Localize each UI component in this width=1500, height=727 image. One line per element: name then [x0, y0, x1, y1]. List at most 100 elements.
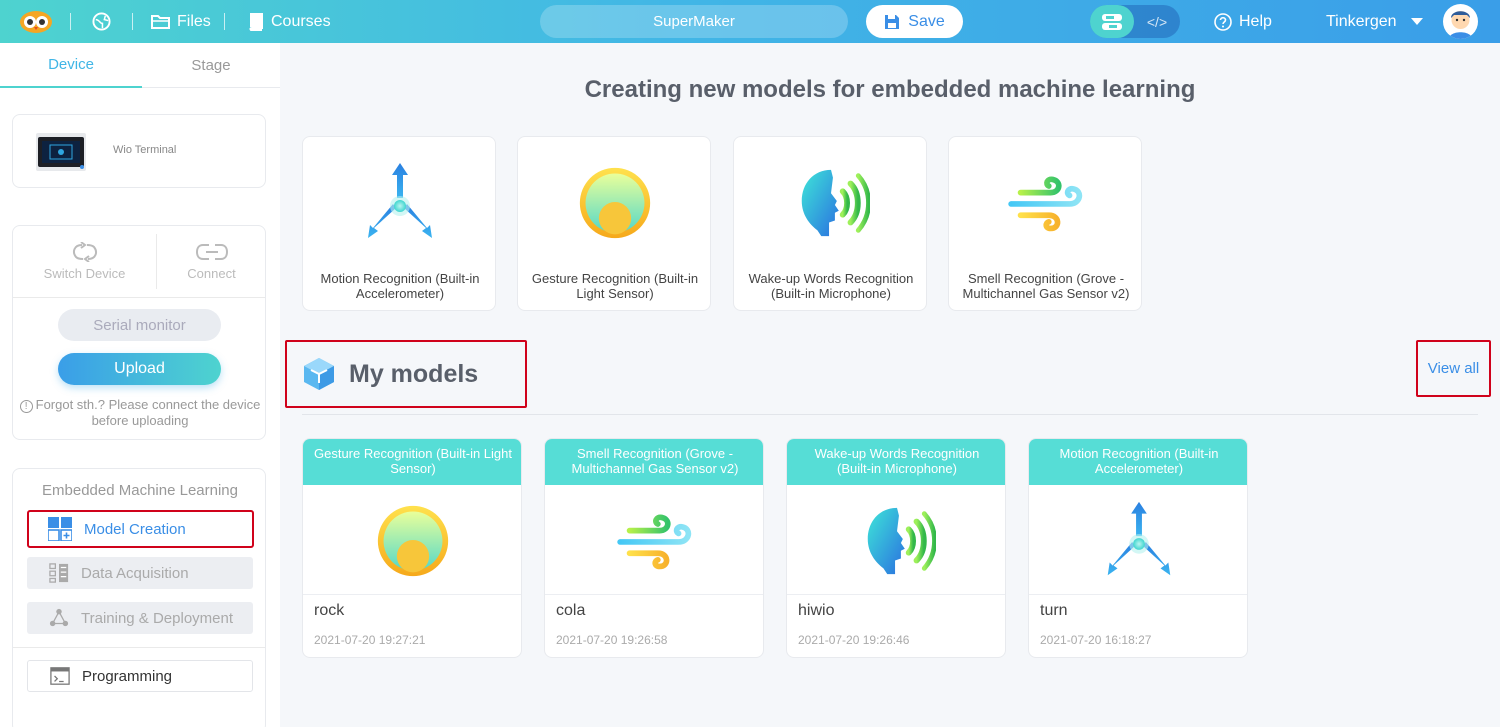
terminal-icon [50, 667, 70, 685]
device-card[interactable]: Wio Terminal [12, 114, 266, 188]
device-name: Wio Terminal [113, 144, 177, 156]
user-menu[interactable]: Tinkergen [1326, 0, 1424, 43]
serial-monitor-button[interactable]: Serial monitor [58, 309, 221, 341]
question-icon [1214, 12, 1232, 31]
code-mode-glyph: </> [1146, 13, 1168, 30]
divider [13, 297, 265, 298]
network-icon [49, 608, 69, 627]
voice-icon [787, 489, 1006, 593]
programming-item[interactable]: Programming [27, 660, 253, 692]
model-name: rock [314, 602, 345, 619]
divider [132, 13, 133, 30]
divider [545, 594, 763, 595]
device-image [36, 133, 86, 171]
app-logo-icon[interactable] [20, 0, 52, 43]
connect-button[interactable]: Connect [156, 226, 267, 296]
model-creation-item[interactable]: Model Creation [27, 510, 254, 548]
divider [70, 13, 71, 30]
model-card[interactable]: Smell Recognition (Grove - Multichannel … [544, 438, 764, 658]
info-icon: ! [19, 400, 33, 413]
my-models-header: My models [285, 340, 527, 408]
divider [1029, 594, 1247, 595]
switch-device-label: Switch Device [43, 265, 126, 281]
template-card-gesture[interactable]: Gesture Recognition (Built-in Light Sens… [517, 136, 711, 311]
model-name: hiwio [798, 602, 835, 619]
switch-icon [72, 241, 97, 262]
model-card[interactable]: Motion Recognition (Built-in Acceleromet… [1028, 438, 1248, 658]
divider [787, 594, 1005, 595]
data-acquisition-item[interactable]: Data Acquisition [27, 557, 253, 589]
save-label: Save [908, 12, 945, 30]
light-sensor-icon [518, 155, 712, 250]
motion-icon [1029, 489, 1248, 593]
template-label: Motion Recognition (Built-in Acceleromet… [320, 271, 480, 301]
device-control-card: Switch Device Connect Serial monitor Upl… [12, 225, 266, 440]
eml-card: Embedded Machine Learning Model Creation… [12, 468, 266, 727]
files-label: Files [177, 12, 211, 30]
template-label: Gesture Recognition (Built-in Light Sens… [531, 271, 699, 301]
template-label: Wake-up Words Recognition (Built-in Micr… [748, 271, 914, 301]
model-name: turn [1040, 602, 1068, 619]
globe-icon[interactable] [92, 0, 111, 43]
model-type: Smell Recognition (Grove - Multichannel … [545, 439, 763, 485]
view-all-link[interactable]: View all [1416, 340, 1491, 397]
sidebar-tabs: Device Stage [0, 43, 280, 88]
divider [302, 414, 1478, 415]
caret-down-icon [1410, 18, 1423, 25]
model-date: 2021-07-20 19:26:58 [556, 633, 668, 647]
template-card-smell[interactable]: Smell Recognition (Grove - Multichannel … [948, 136, 1142, 311]
cube-icon [304, 358, 334, 390]
template-card-motion[interactable]: Motion Recognition (Built-in Acceleromet… [302, 136, 496, 311]
hint-text: Forgot sth.? Please connect the device b… [35, 397, 261, 428]
model-type: Motion Recognition (Built-in Acceleromet… [1029, 439, 1247, 485]
divider [303, 594, 521, 595]
upload-hint: ! Forgot sth.? Please connect the device … [13, 397, 267, 428]
help-label: Help [1239, 12, 1272, 30]
divider [224, 13, 225, 30]
block-mode-icon[interactable] [1090, 5, 1134, 38]
divider [13, 647, 265, 648]
model-card[interactable]: Gesture Recognition (Built-in Light Sens… [302, 438, 522, 658]
mode-toggle[interactable]: </> [1090, 5, 1180, 38]
template-label: Smell Recognition (Grove - Multichannel … [962, 271, 1130, 301]
data-acquisition-label: Data Acquisition [81, 564, 189, 582]
model-name: cola [556, 602, 586, 619]
switch-device-button[interactable]: Switch Device [13, 226, 156, 296]
smell-icon [949, 155, 1143, 250]
motion-icon [303, 155, 497, 250]
save-button[interactable]: Save [866, 5, 963, 38]
voice-icon [734, 155, 928, 250]
model-date: 2021-07-20 16:18:27 [1040, 633, 1152, 647]
folder-icon [151, 15, 170, 29]
upload-button[interactable]: Upload [58, 353, 221, 385]
tab-device[interactable]: Device [0, 43, 142, 88]
book-icon [249, 12, 263, 31]
page-title: Creating new models for embedded machine… [584, 76, 1196, 103]
files-menu[interactable]: Files [151, 0, 211, 43]
model-type: Gesture Recognition (Built-in Light Sens… [303, 439, 521, 485]
avatar[interactable] [1443, 4, 1478, 39]
project-name-field[interactable]: SuperMaker [540, 5, 848, 38]
model-creation-label: Model Creation [84, 520, 186, 538]
smell-icon [545, 489, 764, 593]
model-card[interactable]: Wake-up Words Recognition (Built-in Micr… [786, 438, 1006, 658]
programming-label: Programming [82, 667, 173, 685]
template-card-wakeup[interactable]: Wake-up Words Recognition (Built-in Micr… [733, 136, 927, 311]
light-sensor-icon [303, 489, 522, 593]
link-icon [195, 243, 228, 260]
data-list-icon [49, 563, 69, 583]
top-bar: Files Courses SuperMaker Save </> Help T… [0, 0, 1500, 43]
code-mode-icon[interactable]: </> [1134, 5, 1180, 38]
grid-plus-icon [48, 517, 72, 541]
training-deployment-label: Training & Deployment [81, 609, 234, 627]
courses-menu[interactable]: Courses [248, 0, 331, 43]
user-name: Tinkergen [1326, 12, 1397, 30]
courses-label: Courses [271, 12, 331, 30]
model-date: 2021-07-20 19:27:21 [314, 633, 426, 647]
tab-stage[interactable]: Stage [142, 43, 280, 88]
save-icon [885, 14, 900, 29]
training-deployment-item[interactable]: Training & Deployment [27, 602, 253, 634]
help-menu[interactable]: Help [1214, 0, 1272, 43]
my-models-title: My models [349, 360, 479, 388]
model-date: 2021-07-20 19:26:46 [798, 633, 910, 647]
